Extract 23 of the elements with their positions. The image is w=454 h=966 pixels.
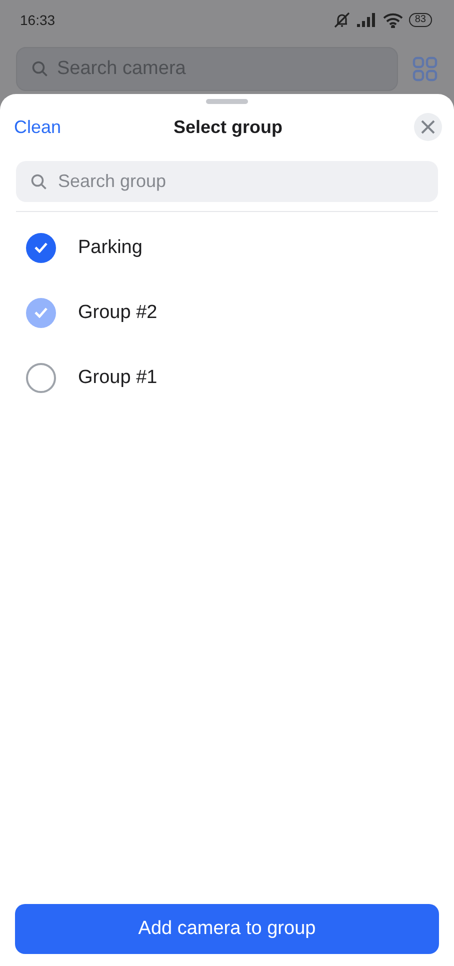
search-icon (31, 60, 49, 78)
group-search-box[interactable]: Search group (16, 161, 438, 202)
wifi-icon (382, 12, 403, 28)
clean-link[interactable]: Clean (14, 116, 84, 138)
group-checkbox[interactable] (26, 362, 56, 392)
checkmark-icon (34, 307, 48, 318)
add-to-group-button[interactable]: Add camera to group (15, 904, 439, 954)
close-button[interactable] (414, 113, 442, 141)
muted-bell-icon (332, 12, 351, 28)
drag-handle[interactable] (206, 99, 248, 104)
search-icon (30, 172, 48, 190)
grid-view-icon[interactable] (412, 56, 438, 82)
status-time: 16:33 (20, 12, 56, 28)
close-icon (421, 120, 435, 134)
group-label: Group #1 (78, 366, 158, 388)
battery-level: 83 (408, 13, 432, 27)
checkmark-icon (34, 242, 48, 253)
group-label: Group #2 (78, 302, 158, 324)
group-label: Parking (78, 236, 142, 258)
group-search-field[interactable]: Search group (56, 170, 424, 193)
signal-icon (356, 13, 377, 27)
sheet-title: Select group (173, 116, 283, 138)
group-checkbox[interactable] (26, 232, 56, 262)
